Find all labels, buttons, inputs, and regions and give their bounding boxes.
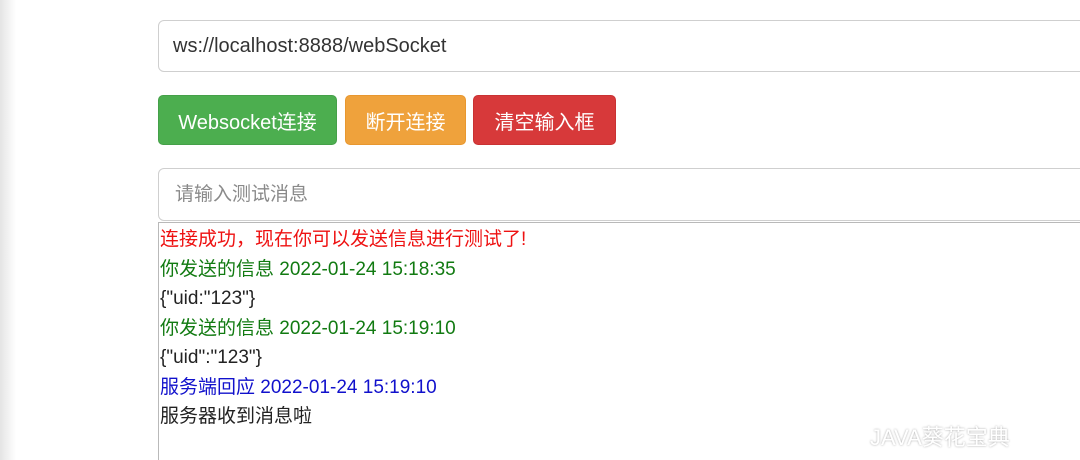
test-message-input[interactable] bbox=[158, 168, 1080, 221]
wechat-icon bbox=[826, 421, 861, 449]
log-line-sent-body: {"uid:"123"} bbox=[160, 288, 256, 309]
watermark: JAVA葵花宝典 bbox=[826, 418, 1010, 454]
websocket-url-input[interactable] bbox=[158, 20, 1080, 72]
log-line-sent-header: 你发送的信息 2022-01-24 15:18:35 bbox=[160, 258, 456, 280]
log-line-sent-body: {"uid":"123"} bbox=[160, 347, 263, 368]
connect-button[interactable]: Websocket连接 bbox=[158, 95, 337, 145]
log-line-server-reply-header: 服务端回应 2022-01-24 15:19:10 bbox=[160, 376, 437, 398]
left-edge-shadow bbox=[0, 0, 16, 460]
watermark-text: JAVA葵花宝典 bbox=[870, 425, 1010, 450]
log-line-connected: 连接成功，现在你可以发送信息进行测试了! bbox=[160, 229, 527, 250]
page: Websocket连接 断开连接 清空输入框 连接成功，现在你可以发送信息进行测… bbox=[0, 0, 1080, 460]
disconnect-button[interactable]: 断开连接 bbox=[345, 95, 466, 145]
log-line-sent-header: 你发送的信息 2022-01-24 15:19:10 bbox=[160, 317, 456, 339]
clear-input-button[interactable]: 清空输入框 bbox=[473, 95, 616, 145]
